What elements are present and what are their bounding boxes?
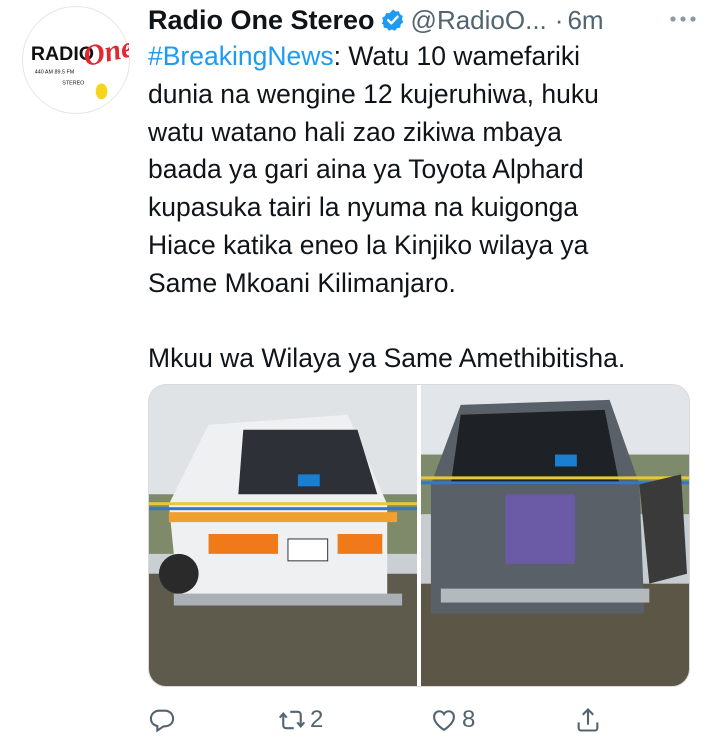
author-handle[interactable]: @RadioO... — [411, 5, 547, 36]
tweet-text: #BreakingNews: Watu 10 wamefariki dunia … — [148, 38, 708, 378]
logo-yellow-mark — [95, 83, 108, 100]
separator-dot: · — [554, 4, 564, 35]
more-dots-icon[interactable] — [666, 4, 700, 36]
tweet-actions: 2 8 — [148, 700, 610, 740]
reply-icon — [149, 709, 175, 733]
author-name[interactable]: Radio One Stereo — [148, 5, 375, 36]
share-button[interactable] — [574, 700, 602, 740]
hashtag-link[interactable]: #BreakingNews — [148, 41, 334, 71]
tweet-header: Radio One Stereo @RadioO... · 6m — [148, 4, 706, 36]
tweet-body: : Watu 10 wamefariki dunia na wengine 12… — [148, 41, 626, 374]
retweet-count: 2 — [310, 706, 324, 733]
logo-freq-text: 440 AM 89.5 FM — [35, 70, 75, 76]
retweet-icon — [278, 710, 306, 730]
media-grid — [148, 384, 690, 687]
avatar[interactable]: RADIO One 440 AM 89.5 FM STEREO — [22, 6, 130, 114]
heart-icon — [433, 710, 455, 732]
like-count: 8 — [462, 706, 476, 733]
retweet-button[interactable]: 2 — [278, 700, 323, 740]
photo-right[interactable] — [421, 385, 689, 686]
verified-badge-icon — [381, 9, 403, 31]
radio-one-logo: RADIO One 440 AM 89.5 FM STEREO — [23, 7, 129, 113]
like-button[interactable]: 8 — [430, 700, 475, 740]
tweet-timestamp[interactable]: 6m — [567, 5, 603, 36]
share-icon — [577, 708, 599, 732]
logo-stereo-text: STEREO — [62, 81, 84, 87]
reply-button[interactable] — [148, 700, 176, 740]
photo-left[interactable] — [149, 385, 417, 686]
